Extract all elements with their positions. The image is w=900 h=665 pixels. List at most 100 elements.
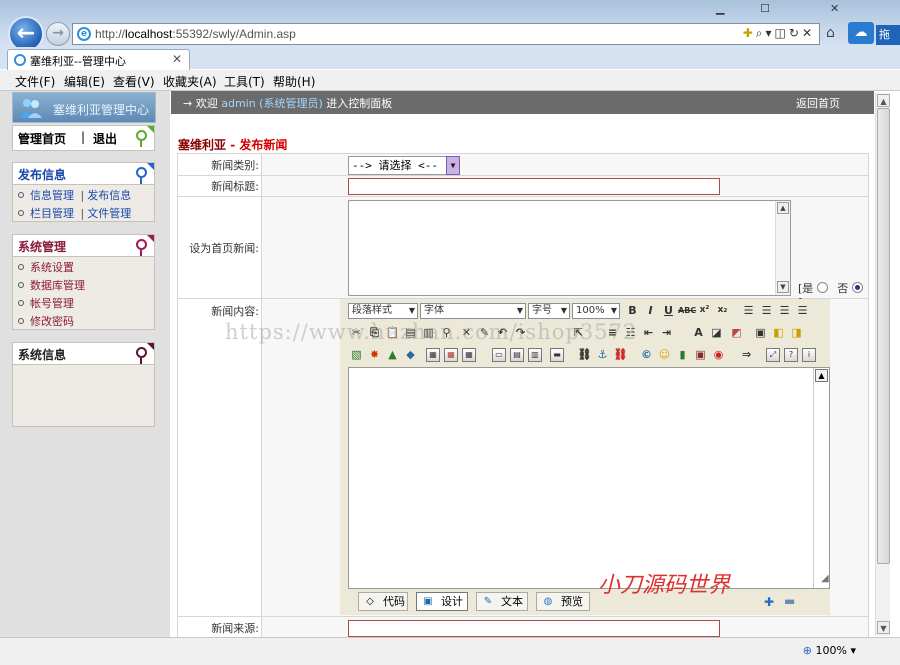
scroll-up-icon[interactable]: ▲	[877, 94, 890, 107]
menu-tools[interactable]: 工具(T)	[224, 73, 265, 90]
bold-icon[interactable]: B	[624, 302, 641, 319]
sidebar-item-database[interactable]: 数据库管理	[18, 277, 85, 293]
compat-view-icon[interactable]: ◫	[775, 26, 789, 40]
frame-icon[interactable]: ▣	[752, 324, 769, 341]
source-input[interactable]	[348, 619, 720, 637]
sidebar-exit-link[interactable]: 退出	[93, 130, 117, 147]
zoom-select[interactable]: 100% ▼	[572, 303, 620, 319]
close-tab-icon[interactable]: ✕	[172, 52, 182, 66]
align-right-icon[interactable]: ☰	[776, 302, 793, 319]
paragraph-style-select[interactable]: 段落样式 ▼	[348, 303, 418, 319]
scroll-down-icon[interactable]: ▼	[877, 621, 890, 634]
scrollbar-thumb[interactable]	[877, 108, 890, 564]
sidebar-item-file-manage[interactable]: 文件管理	[87, 207, 131, 220]
sidebar-item-column-manage[interactable]: 栏目管理	[30, 207, 74, 220]
fullscreen-icon[interactable]: ⤢	[766, 348, 780, 362]
align-left-icon[interactable]: ☰	[740, 302, 757, 319]
maximize-icon[interactable]: ☐	[760, 2, 770, 15]
help-icon[interactable]: ?	[784, 348, 798, 362]
textbox-icon[interactable]: ▤	[510, 348, 524, 362]
subscript-icon[interactable]: x₂	[714, 302, 731, 319]
close-window-icon[interactable]: ✕	[830, 2, 839, 15]
editor-scrollbar[interactable]: ▲	[813, 368, 829, 588]
special-char-icon[interactable]: ©	[638, 346, 655, 363]
menu-view[interactable]: 查看(V)	[113, 73, 155, 90]
chevron-down-icon[interactable]: ▾	[850, 644, 856, 657]
backward-layer-icon[interactable]: ◨	[788, 324, 805, 341]
table-props-icon[interactable]: ▦	[444, 348, 458, 362]
browser-tab[interactable]: 塞维利亚--管理中心 ✕	[7, 49, 190, 70]
mode-tab-design[interactable]: ▣ 设计	[416, 592, 468, 611]
back-home-link[interactable]: 返回首页	[796, 95, 840, 111]
date-icon[interactable]: ▣	[692, 346, 709, 363]
menu-favorites[interactable]: 收藏夹(A)	[163, 73, 217, 90]
font-size-select[interactable]: 字号 ▼	[528, 303, 570, 319]
underline-icon[interactable]: U	[660, 302, 677, 319]
sidebar-item-accounts[interactable]: 帐号管理	[18, 295, 74, 311]
button-icon[interactable]: ▬	[550, 348, 564, 362]
expand-icon[interactable]: ✚	[764, 595, 774, 609]
about-icon[interactable]: i	[802, 348, 816, 362]
homepage-textarea[interactable]: ▲ ▼	[348, 200, 791, 296]
unlink-icon[interactable]: ⛓	[612, 346, 629, 363]
textarea-icon[interactable]: ▥	[528, 348, 542, 362]
refresh-icon[interactable]: ↻	[789, 26, 802, 40]
flash-icon[interactable]: ✸	[366, 346, 383, 363]
time-icon[interactable]: ◉	[710, 346, 727, 363]
form-icon[interactable]: ▭	[492, 348, 506, 362]
forward-button[interactable]: →	[46, 22, 70, 46]
fore-color-icon[interactable]: A	[690, 324, 707, 341]
admin-user[interactable]: admin (系统管理员)	[221, 97, 323, 110]
minimize-icon[interactable]: ▁	[716, 2, 724, 15]
link-icon[interactable]: ⛓	[576, 346, 593, 363]
mode-tab-preview[interactable]: ◍ 预览	[536, 592, 590, 611]
page-break-icon[interactable]: ⇒	[738, 346, 755, 363]
sidebar-item-password[interactable]: 修改密码	[18, 313, 74, 329]
chevron-down-icon[interactable]: ▾	[766, 26, 775, 40]
sidebar-item-system-settings[interactable]: 系统设置	[18, 259, 74, 275]
insert-row-icon[interactable]: ▦	[462, 348, 476, 362]
emoticon-icon[interactable]: ☺	[656, 346, 673, 363]
radio-yes[interactable]	[816, 282, 828, 293]
home-icon[interactable]: ⌂	[826, 26, 842, 40]
scroll-up-icon[interactable]: ▲	[815, 369, 828, 382]
file-icon[interactable]: ◆	[402, 346, 419, 363]
menu-edit[interactable]: 编辑(E)	[64, 73, 105, 90]
anchor-icon[interactable]: ⚓	[594, 346, 611, 363]
table-icon[interactable]: ▦	[426, 348, 440, 362]
chart-icon[interactable]: ▮	[674, 346, 691, 363]
media-icon[interactable]: ▲	[384, 346, 401, 363]
menu-file[interactable]: 文件(F)	[15, 73, 55, 90]
radio-no[interactable]	[851, 282, 863, 293]
sidebar-item-label[interactable]: 数据库管理	[30, 279, 85, 292]
sidebar-item-label[interactable]: 系统设置	[30, 261, 74, 274]
category-select[interactable]: --> 请选择 <-- ▼	[348, 155, 460, 175]
image-icon[interactable]: ▧	[348, 346, 365, 363]
page-scrollbar[interactable]: ▲ ▼	[875, 93, 890, 636]
italic-icon[interactable]: I	[642, 302, 659, 319]
align-center-icon[interactable]: ☰	[758, 302, 775, 319]
mode-tab-text[interactable]: ✎ 文本	[476, 592, 528, 611]
sidebar-home-link[interactable]: 管理首页	[18, 130, 66, 147]
scroll-up-icon[interactable]: ▲	[777, 202, 789, 214]
sidebar-item-publish-info[interactable]: 发布信息	[87, 189, 131, 202]
strikethrough-icon[interactable]: ABC	[678, 302, 696, 319]
shrink-icon[interactable]: ▬	[784, 594, 795, 608]
stop-icon[interactable]: ✕	[802, 26, 815, 40]
address-tools[interactable]: ✚⌕▾◫↻✕	[743, 26, 815, 41]
mode-tab-code[interactable]: ◇ 代码	[358, 592, 408, 611]
font-select[interactable]: 字体 ▼	[420, 303, 526, 319]
address-url[interactable]: http://localhost:55392/swly/Admin.asp	[95, 27, 296, 41]
editor-content-area[interactable]: ▲ ◢	[348, 367, 830, 589]
outdent-icon[interactable]: ⇤	[640, 324, 657, 341]
menu-help[interactable]: 帮助(H)	[273, 73, 315, 90]
absolute-position-icon[interactable]: ◩	[728, 324, 745, 341]
address-bar[interactable]: e http://localhost:55392/swly/Admin.asp …	[72, 23, 820, 45]
sidebar-item-info-manage[interactable]: 信息管理	[30, 189, 74, 202]
resize-grip-icon[interactable]: ◢	[821, 573, 829, 584]
align-justify-icon[interactable]: ☰	[794, 302, 811, 319]
drag-button[interactable]: 拖	[876, 25, 900, 45]
scroll-down-icon[interactable]: ▼	[777, 281, 789, 293]
title-input[interactable]	[348, 178, 720, 195]
search-icon[interactable]: ⌕	[756, 26, 766, 40]
